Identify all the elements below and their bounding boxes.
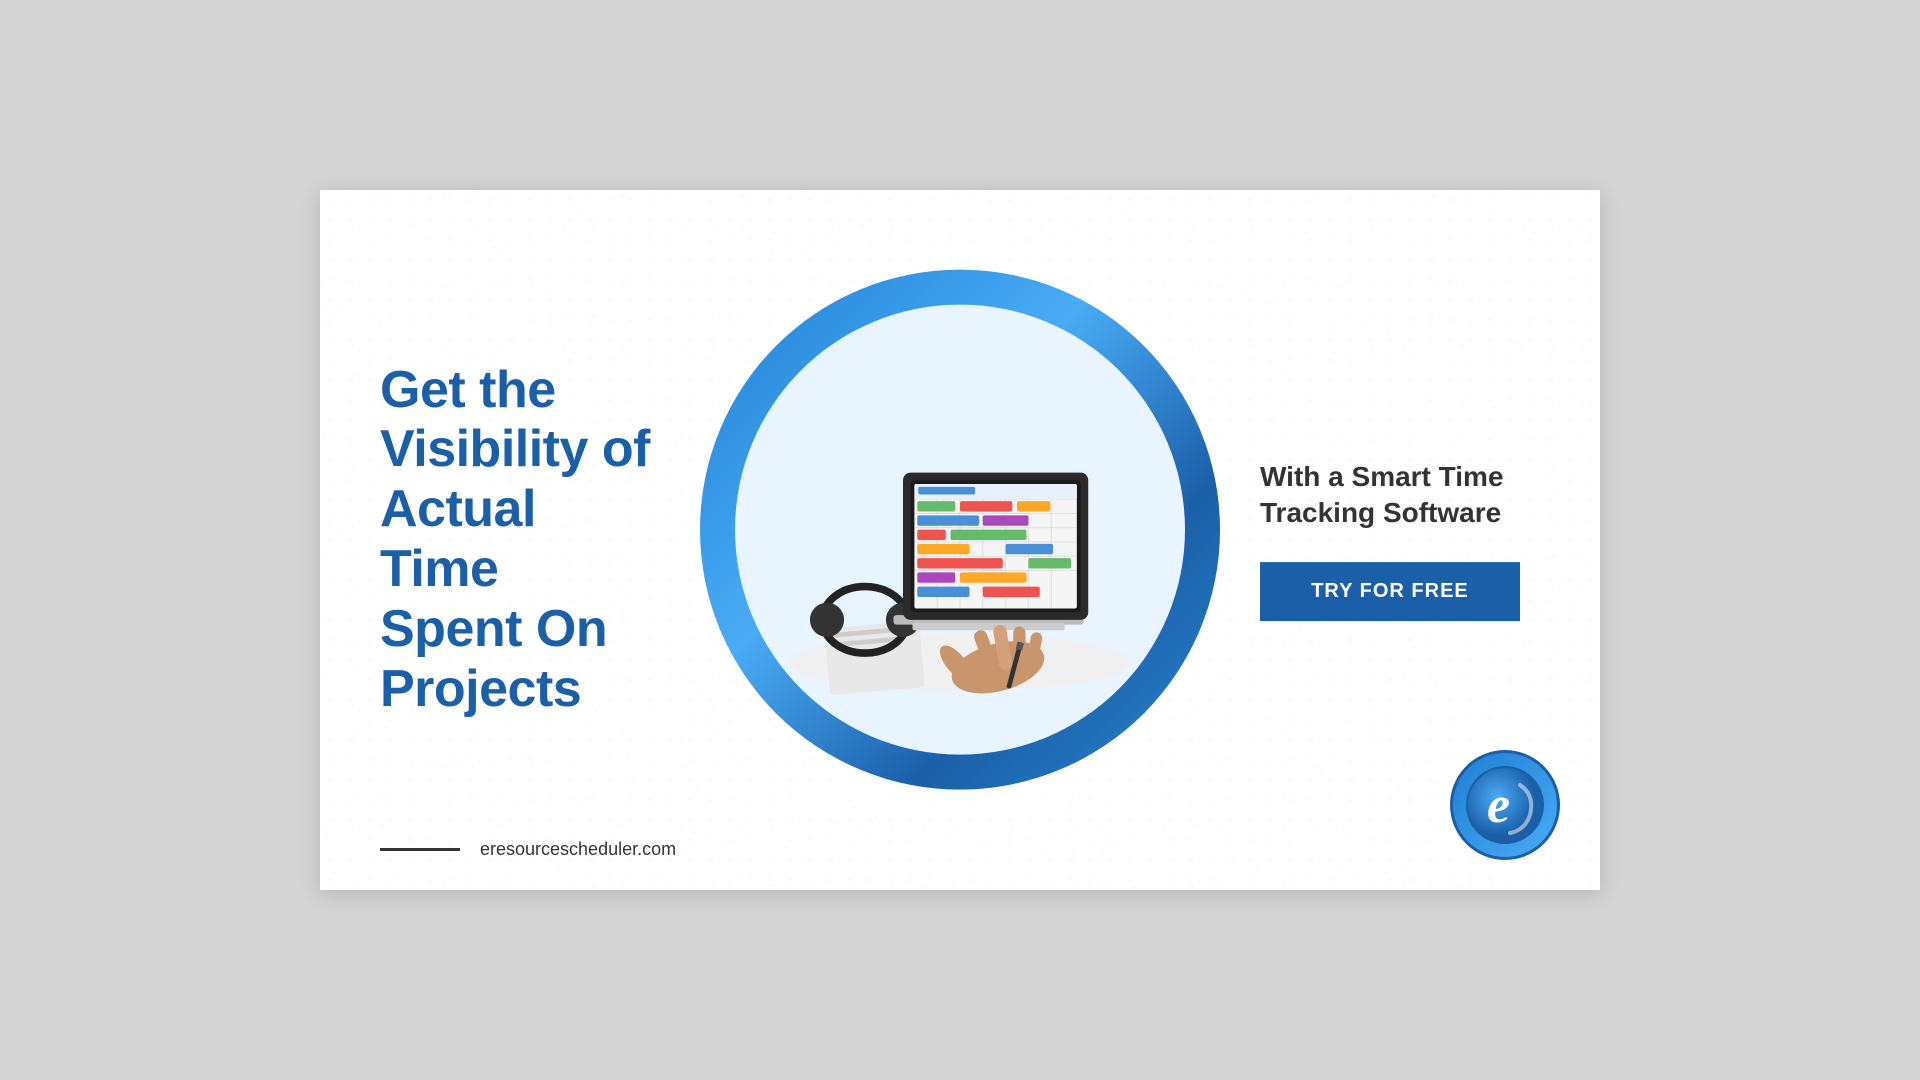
laptop-illustration xyxy=(770,340,1150,720)
heading-line2: Visibility of xyxy=(380,420,660,480)
logo-svg: e xyxy=(1465,765,1545,845)
laptop-scene xyxy=(750,320,1170,740)
heading-line5: Projects xyxy=(380,660,660,720)
try-for-free-button[interactable]: TRY FOR FREE xyxy=(1260,562,1520,621)
subtitle-line2: Tracking Software xyxy=(1260,498,1501,529)
heading-line1: Get the xyxy=(380,361,660,421)
subtitle-line1: With a Smart Time xyxy=(1260,461,1504,492)
website-url: eresourcescheduler.com xyxy=(480,839,676,860)
website-section: eresourcescheduler.com xyxy=(380,839,676,860)
heading-line3: Actual Time xyxy=(380,480,660,600)
center-image-section xyxy=(700,270,1220,790)
subtitle-text: With a Smart Time Tracking Software xyxy=(1260,459,1504,532)
main-heading: Get the Visibility of Actual Time Spent … xyxy=(380,361,660,720)
website-divider-line xyxy=(380,848,460,851)
left-section: Get the Visibility of Actual Time Spent … xyxy=(320,301,700,780)
circle-inner xyxy=(735,305,1185,755)
heading-line4: Spent On xyxy=(380,600,660,660)
circle-outer-ring xyxy=(700,270,1220,790)
brand-logo-circle: e xyxy=(1450,750,1560,860)
svg-text:e: e xyxy=(1487,777,1510,834)
right-section: With a Smart Time Tracking Software TRY … xyxy=(1260,459,1560,621)
ad-banner: Get the Visibility of Actual Time Spent … xyxy=(320,190,1600,890)
